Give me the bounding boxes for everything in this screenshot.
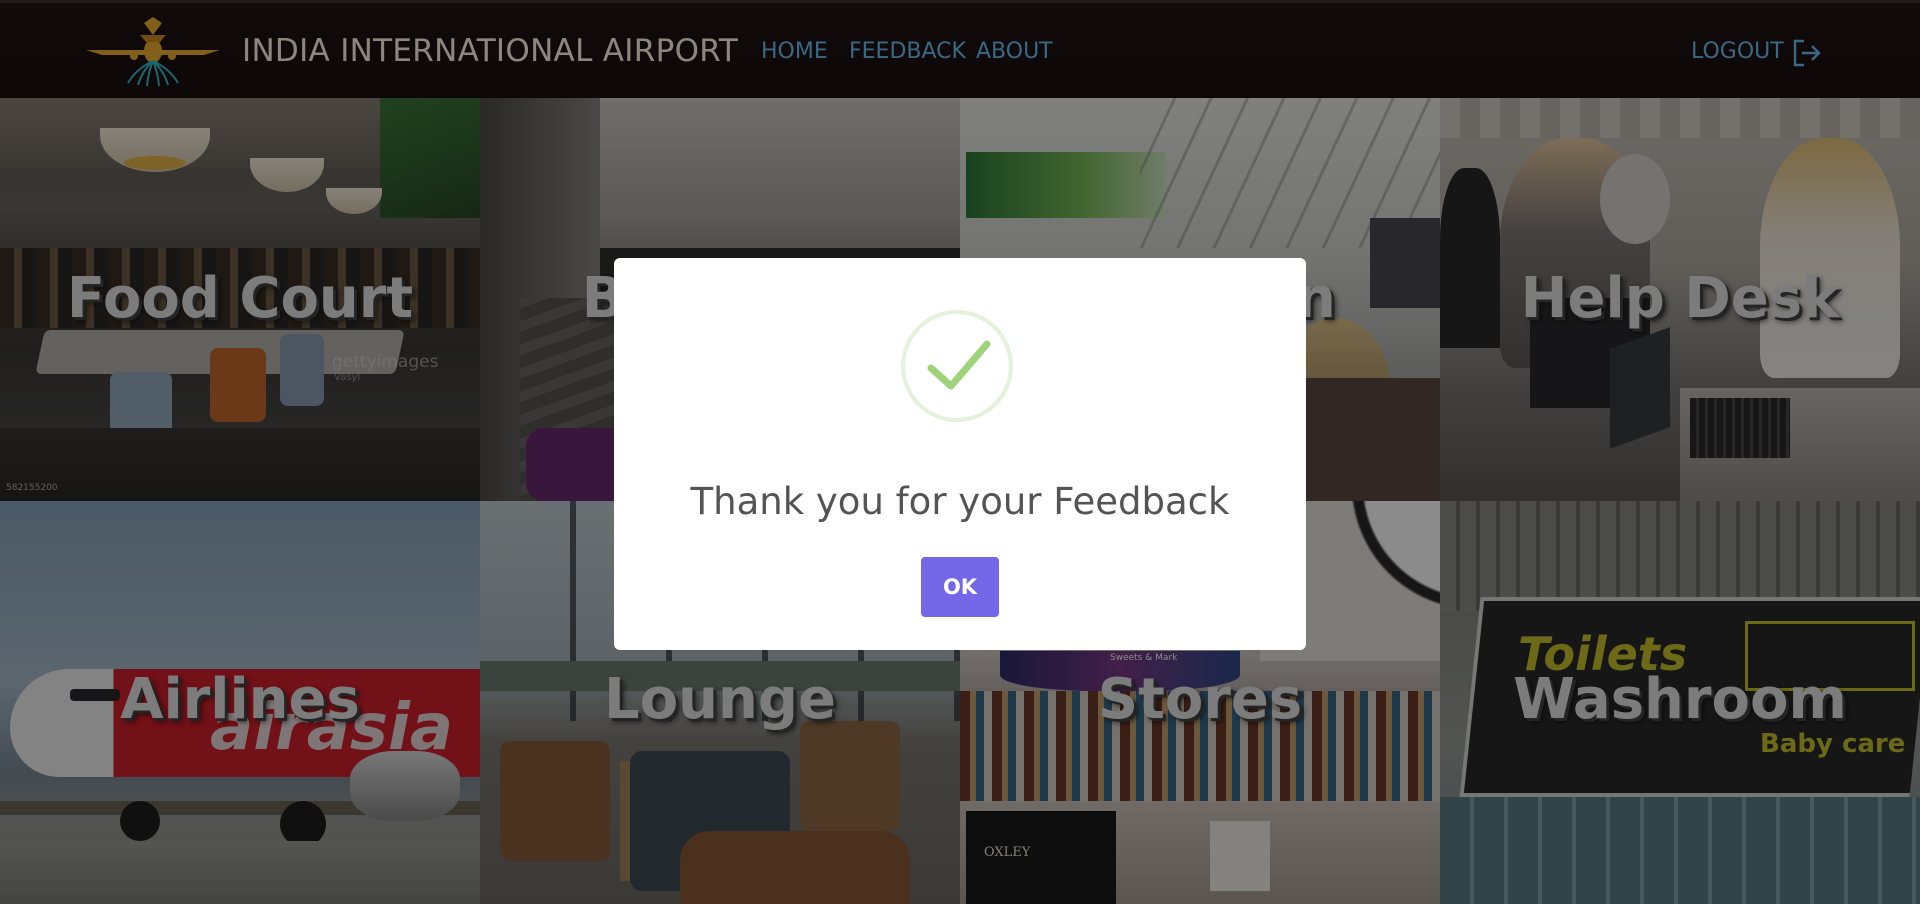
success-check-icon: [927, 340, 991, 390]
success-icon-ring: [901, 310, 1013, 422]
ok-button[interactable]: OK: [921, 557, 999, 617]
dialog-title: Thank you for your Feedback: [690, 480, 1230, 523]
feedback-success-dialog: Thank you for your Feedback OK: [614, 258, 1306, 650]
